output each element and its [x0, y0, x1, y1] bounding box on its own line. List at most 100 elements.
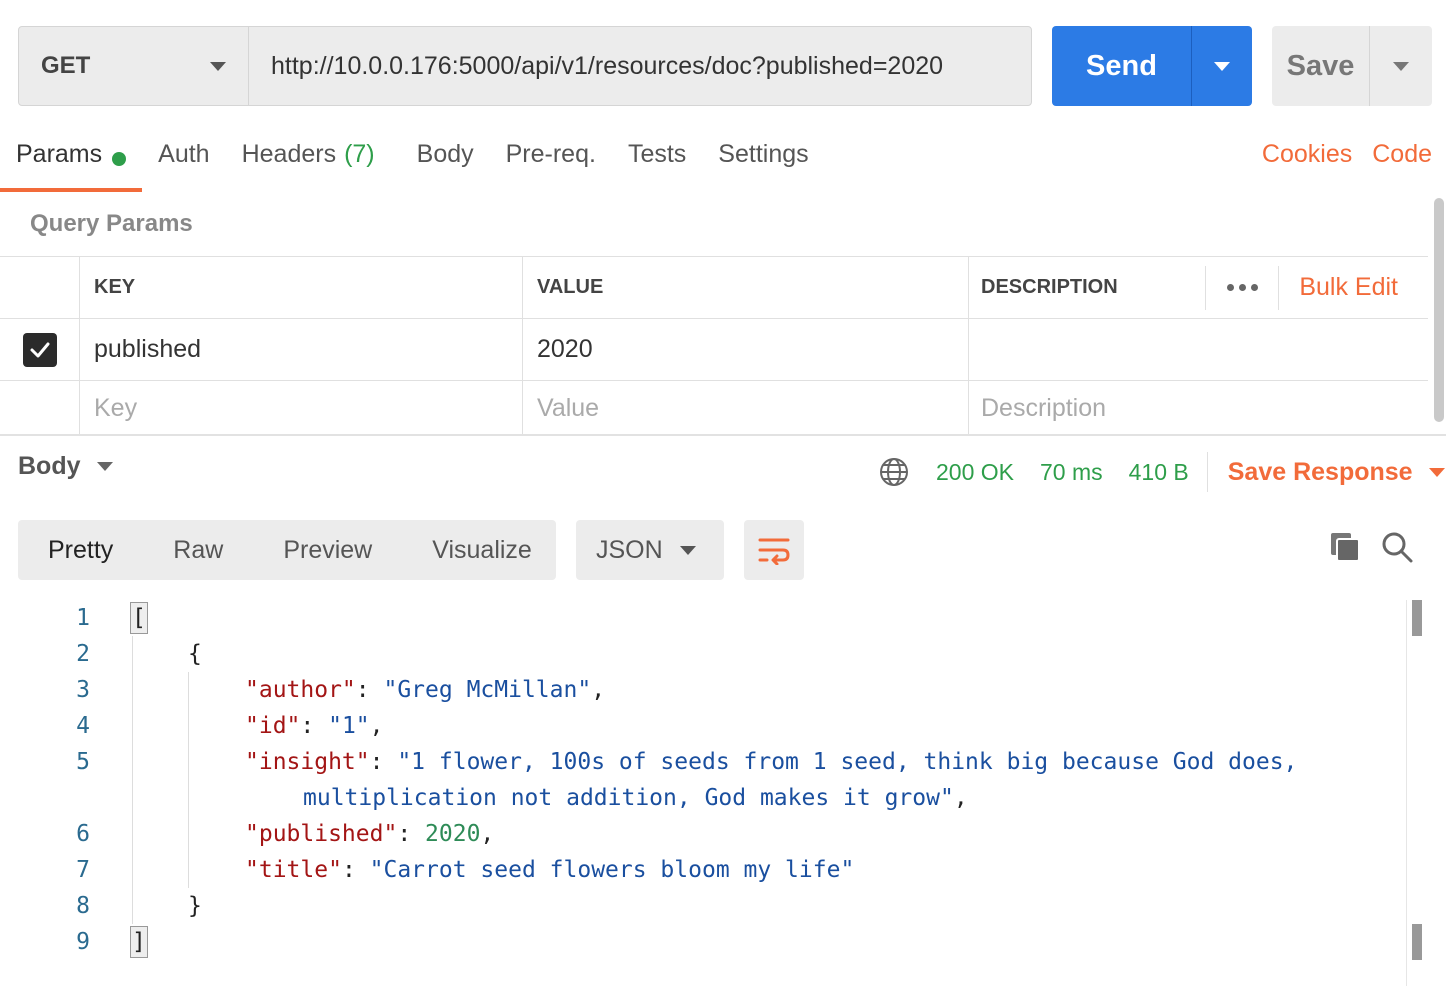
bulk-edit-link[interactable]: Bulk Edit [1279, 273, 1428, 302]
tab-visualize[interactable]: Visualize [402, 520, 562, 580]
new-key-field[interactable]: Key [80, 381, 523, 435]
code-line: multiplication not addition, God makes i… [303, 785, 968, 811]
request-bar: GET http://10.0.0.176:5000/api/v1/resour… [18, 26, 1032, 106]
view-mode-tabs: Pretty Raw Preview Visualize [18, 520, 556, 580]
code-scrollbar-marker[interactable] [1412, 600, 1422, 636]
meta-divider [1206, 452, 1208, 492]
row-checkbox-cell [0, 319, 80, 380]
more-options-icon[interactable] [1205, 265, 1280, 310]
json-string: "Greg McMillan" [383, 677, 592, 703]
tab-settings[interactable]: Settings [702, 140, 824, 192]
code-scrollbar-track [1406, 600, 1407, 986]
chevron-down-icon [1214, 61, 1230, 71]
save-response-label: Save Response [1227, 457, 1413, 486]
json-number: 2020 [425, 821, 481, 847]
code-line: "title": "Carrot seed flowers bloom my l… [245, 857, 855, 883]
active-dot-icon [112, 152, 127, 166]
code-line: "insight": "1 flower, 100s of seeds from… [245, 749, 1298, 775]
code-line: [ [130, 600, 148, 636]
tab-pretty[interactable]: Pretty [18, 520, 143, 580]
send-button[interactable]: Send [1052, 26, 1192, 106]
search-icon[interactable] [1380, 530, 1414, 564]
tab-headers-label: Headers [241, 140, 337, 168]
params-scrollbar[interactable] [1434, 198, 1444, 422]
response-meta: 200 OK 70 ms 410 B Save Response [878, 452, 1445, 492]
tab-body[interactable]: Body [401, 140, 490, 192]
json-string: "1 flower, 100s of seeds from 1 seed, th… [397, 749, 1298, 775]
line-number: 7 [76, 857, 90, 883]
code-line: "author": "Greg McMillan", [245, 677, 606, 703]
new-value-field[interactable]: Value [523, 381, 969, 435]
param-value-field[interactable]: 2020 [523, 319, 969, 380]
tab-pre-request-label: Pre-req. [505, 140, 596, 168]
code-line: { [188, 641, 202, 667]
line-number: 6 [76, 821, 90, 847]
tab-params[interactable]: Params [0, 140, 143, 192]
tab-tests[interactable]: Tests [612, 140, 702, 192]
json-string: "Carrot seed flowers bloom my life" [369, 857, 855, 883]
tab-body-label: Body [416, 140, 474, 168]
tab-auth[interactable]: Auth [142, 140, 225, 192]
check-icon [30, 342, 49, 357]
enabled-checkbox[interactable] [22, 332, 57, 367]
line-number: 9 [76, 929, 90, 955]
response-size[interactable]: 410 B [1129, 459, 1189, 486]
chevron-down-icon [1393, 61, 1409, 71]
tab-params-label: Params [16, 140, 103, 168]
chevron-down-icon [680, 545, 696, 555]
tab-auth-label: Auth [158, 140, 210, 168]
save-button[interactable]: Save [1272, 26, 1370, 106]
format-select[interactable]: JSON [576, 520, 724, 580]
tab-preview[interactable]: Preview [253, 520, 402, 580]
format-label: JSON [596, 535, 663, 564]
code-line: "published": 2020, [245, 821, 495, 847]
json-key: "title" [245, 857, 342, 883]
globe-icon[interactable] [878, 456, 910, 488]
table-row-empty: Key Value Description [0, 381, 1428, 435]
save-response-button[interactable]: Save Response [1228, 458, 1445, 487]
chevron-down-icon [96, 462, 113, 471]
line-number: 5 [76, 749, 90, 775]
response-code-view[interactable]: 1 2 3 4 5 6 7 8 9 [ { "author": "Greg Mc… [0, 600, 1410, 986]
description-header-cell: DESCRIPTION Bulk Edit [969, 257, 1428, 318]
tabs-links: Cookies Code [1262, 140, 1432, 169]
response-body-toggle[interactable]: Body [18, 452, 113, 481]
save-options-button[interactable] [1370, 26, 1432, 106]
json-key: "published" [245, 821, 398, 847]
line-number: 2 [76, 641, 90, 667]
bracket-close: ] [130, 926, 148, 958]
pane-divider[interactable] [0, 434, 1446, 436]
headers-count-badge: (7) [344, 140, 375, 168]
param-description-field[interactable] [969, 319, 1428, 380]
send-button-group: Send [1052, 26, 1252, 106]
table-row: published 2020 [0, 319, 1428, 381]
chevron-down-icon [210, 61, 226, 71]
tab-headers[interactable]: Headers (7) [226, 140, 391, 192]
cookies-link[interactable]: Cookies [1262, 140, 1352, 169]
method-select[interactable]: GET [19, 27, 249, 105]
new-description-field[interactable]: Description [969, 381, 1428, 435]
code-line: } [188, 893, 202, 919]
tab-pre-request[interactable]: Pre-req. [490, 140, 612, 192]
param-key-field[interactable]: published [80, 319, 523, 380]
tab-raw[interactable]: Raw [143, 520, 253, 580]
save-button-group: Save [1272, 26, 1432, 106]
code-scrollbar-marker[interactable] [1412, 924, 1422, 960]
copy-icon[interactable] [1328, 530, 1362, 564]
code-link[interactable]: Code [1372, 140, 1432, 169]
line-number: 1 [76, 605, 90, 631]
bracket-open: [ [130, 602, 148, 634]
url-input[interactable]: http://10.0.0.176:5000/api/v1/resources/… [249, 27, 1031, 105]
indent-guide [188, 672, 189, 888]
response-time[interactable]: 70 ms [1040, 459, 1103, 486]
status-badge[interactable]: 200 OK [936, 459, 1014, 486]
request-tabs: Params Auth Headers (7) Body Pre-req. Te… [0, 140, 825, 192]
method-label: GET [41, 52, 91, 79]
value-header: VALUE [523, 257, 969, 318]
wrap-lines-button[interactable] [744, 520, 804, 580]
line-number: 3 [76, 677, 90, 703]
json-string: "1" [328, 713, 370, 739]
send-options-button[interactable] [1192, 26, 1252, 106]
chevron-down-icon [1428, 467, 1445, 477]
code-line: "id": "1", [245, 713, 384, 739]
